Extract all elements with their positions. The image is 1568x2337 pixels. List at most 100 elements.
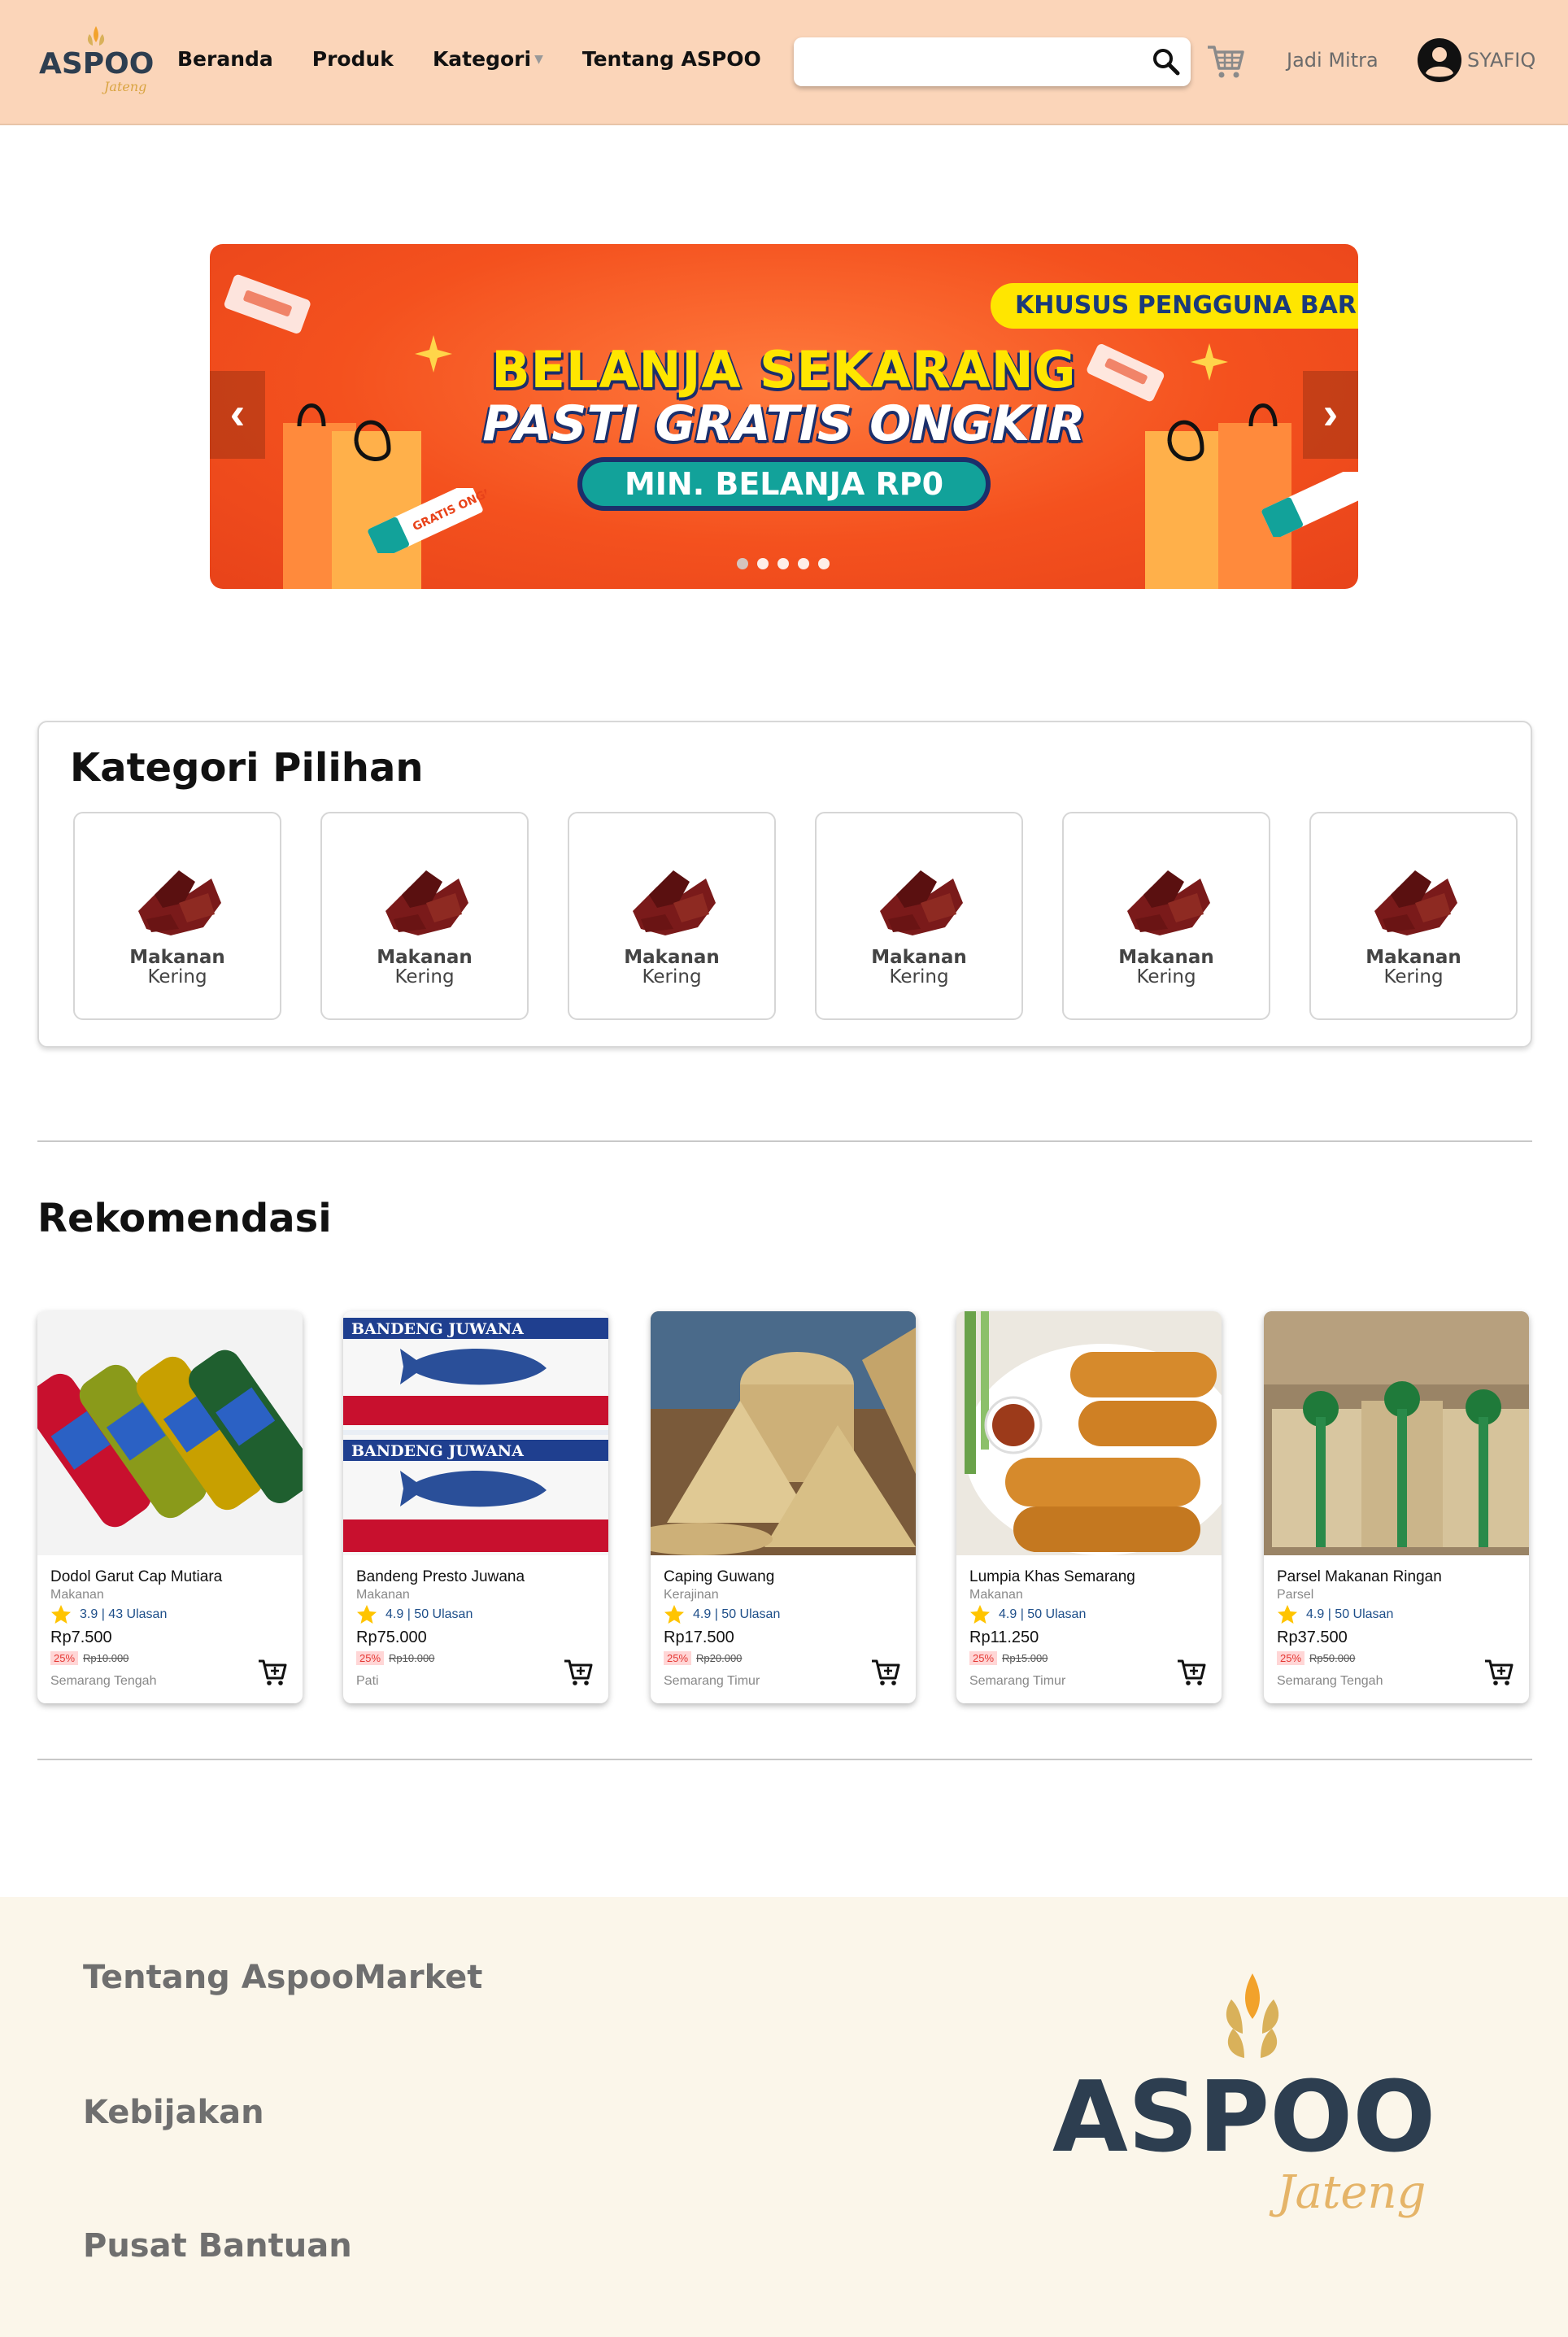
product-price: Rp11.250: [969, 1628, 1039, 1646]
product-card[interactable]: BANDENG JUWANA BANDENG JUWANA Bandeng Pr…: [343, 1311, 608, 1703]
product-name: Bandeng Presto Juwana: [356, 1568, 525, 1585]
old-price: Rp10.000: [389, 1652, 435, 1664]
svg-text:ASPOO: ASPOO: [39, 47, 153, 81]
add-to-cart-icon[interactable]: [257, 1656, 288, 1687]
user-menu[interactable]: SYAFIQ: [1417, 37, 1535, 83]
star-icon: [357, 1605, 377, 1624]
carousel-next-button[interactable]: ›: [1303, 371, 1358, 459]
carousel-dot[interactable]: [757, 558, 769, 569]
kategori-card[interactable]: Makanan Kering: [815, 812, 1023, 1020]
svg-text:BANDENG JUWANA: BANDENG JUWANA: [351, 1320, 524, 1338]
kategori-label-line1: Makanan: [871, 947, 967, 968]
product-discount: 25% Rp50.000: [1277, 1651, 1355, 1665]
product-card[interactable]: Parsel Makanan Ringan Parsel 4.9 | 50 Ul…: [1264, 1311, 1529, 1703]
product-image: [956, 1311, 1222, 1555]
nav-kategori-dropdown[interactable]: Kategori ▼: [433, 47, 543, 71]
kategori-label-line2: Kering: [394, 966, 455, 988]
discount-badge: 25%: [969, 1651, 998, 1665]
product-price: Rp75.000: [356, 1628, 427, 1646]
rating-text: 4.9 | 50 Ulasan: [693, 1607, 781, 1621]
product-rating: 3.9 | 43 Ulasan: [50, 1604, 167, 1625]
footer-link-tentang[interactable]: Tentang AspooMarket: [83, 1959, 482, 1996]
product-category: Makanan: [969, 1588, 1023, 1602]
jadi-mitra-link[interactable]: Jadi Mitra: [1287, 49, 1379, 72]
footer: Tentang AspooMarket Kebijakan Pusat Bant…: [0, 1897, 1568, 2337]
chevron-right-icon: ›: [1322, 387, 1339, 438]
add-to-cart-icon[interactable]: [1483, 1656, 1514, 1687]
footer-link-pusat-bantuan[interactable]: Pusat Bantuan: [83, 2227, 352, 2265]
discount-badge: 25%: [1277, 1651, 1305, 1665]
banner-tag: KHUSUS PENGGUNA BARU: [991, 283, 1358, 329]
carousel-dot[interactable]: [777, 558, 789, 569]
svg-text:Jateng: Jateng: [102, 79, 146, 94]
banner-headline: BELANJA SEKARANG: [491, 340, 1077, 399]
svg-text:Jateng: Jateng: [1269, 2166, 1426, 2219]
dried-meat-icon: [1127, 870, 1210, 935]
kategori-card[interactable]: Makanan Kering: [568, 812, 776, 1020]
nav-beranda[interactable]: Beranda: [177, 47, 273, 71]
product-rating: 4.9 | 50 Ulasan: [664, 1604, 780, 1625]
discount-badge: 25%: [356, 1651, 385, 1665]
old-price: Rp20.000: [696, 1652, 743, 1664]
product-rating: 4.9 | 50 Ulasan: [969, 1604, 1086, 1625]
product-rating: 4.9 | 50 Ulasan: [356, 1604, 473, 1625]
carousel-dot[interactable]: [798, 558, 809, 569]
product-discount: 25% Rp15.000: [969, 1651, 1048, 1665]
kategori-card[interactable]: Makanan Kering: [73, 812, 281, 1020]
carousel-prev-button[interactable]: ‹: [210, 371, 265, 459]
kategori-card[interactable]: Makanan Kering: [1062, 812, 1270, 1020]
kategori-label-line1: Makanan: [377, 947, 473, 968]
nav-produk[interactable]: Produk: [312, 47, 394, 71]
product-card[interactable]: Caping Guwang Kerajinan 4.9 | 50 Ulasan …: [651, 1311, 916, 1703]
search-icon[interactable]: [1150, 46, 1183, 78]
rekomendasi-title: Rekomendasi: [37, 1196, 332, 1241]
product-price: Rp7.500: [50, 1628, 112, 1646]
aspoo-logo[interactable]: ASPOO Jateng: [39, 23, 153, 98]
product-card[interactable]: Dodol Garut Cap Mutiara Makanan 3.9 | 43…: [37, 1311, 303, 1703]
product-discount: 25% Rp10.000: [50, 1651, 128, 1665]
kategori-card[interactable]: Makanan Kering: [1309, 812, 1518, 1020]
cart-icon[interactable]: [1205, 41, 1246, 81]
star-icon: [664, 1605, 684, 1624]
user-name: SYAFIQ: [1467, 49, 1536, 72]
dried-meat-icon: [880, 870, 963, 935]
gratis-ongkir-sticker: GRATIS ONGKIR: [368, 488, 486, 553]
add-to-cart-icon[interactable]: [870, 1656, 901, 1687]
old-price: Rp10.000: [83, 1652, 129, 1664]
old-price: Rp50.000: [1309, 1652, 1356, 1664]
discount-badge: 25%: [664, 1651, 692, 1665]
dried-meat-icon: [138, 870, 221, 935]
promo-banner-carousel[interactable]: GRATIS ONGKIR KHUSUS PENGGUNA BARU BELAN…: [210, 244, 1358, 589]
search-input[interactable]: [807, 46, 1124, 78]
svg-text:BANDENG JUWANA: BANDENG JUWANA: [351, 1442, 524, 1460]
add-to-cart-icon[interactable]: [1176, 1656, 1207, 1687]
product-image: [1264, 1311, 1529, 1555]
rating-text: 4.9 | 50 Ulasan: [999, 1607, 1087, 1621]
product-category: Kerajinan: [664, 1588, 719, 1602]
nav-kategori-label: Kategori: [432, 47, 532, 71]
svg-text:ASPOO: ASPOO: [1052, 2061, 1435, 2174]
product-card[interactable]: Lumpia Khas Semarang Makanan 4.9 | 50 Ul…: [956, 1311, 1222, 1703]
section-divider: [37, 1140, 1532, 1142]
carousel-dot[interactable]: [737, 558, 748, 569]
carousel-dot[interactable]: [818, 558, 830, 569]
nav-tentang[interactable]: Tentang ASPOO: [582, 47, 761, 71]
product-image: BANDENG JUWANA BANDENG JUWANA: [343, 1311, 608, 1555]
product-location: Semarang Timur: [664, 1674, 760, 1688]
product-image: [651, 1311, 916, 1555]
product-location: Pati: [356, 1674, 379, 1688]
chevron-left-icon: ‹: [229, 387, 246, 438]
product-price: Rp37.500: [1277, 1628, 1348, 1646]
product-name: Parsel Makanan Ringan: [1277, 1568, 1442, 1585]
top-navbar: ASPOO Jateng Beranda Produk Kategori ▼ Te…: [0, 0, 1568, 125]
product-discount: 25% Rp20.000: [664, 1651, 742, 1665]
main-nav: Beranda Produk Kategori ▼ Tentang ASPOO: [177, 47, 800, 71]
star-icon: [1278, 1605, 1297, 1624]
kategori-card[interactable]: Makanan Kering: [320, 812, 529, 1020]
nav-beranda-label: Beranda: [177, 47, 273, 71]
kategori-label-line1: Makanan: [1118, 947, 1214, 968]
star-icon: [51, 1605, 71, 1624]
add-to-cart-icon[interactable]: [563, 1656, 594, 1687]
chevron-down-icon: ▼: [534, 52, 543, 66]
footer-link-kebijakan[interactable]: Kebijakan: [83, 2094, 264, 2131]
